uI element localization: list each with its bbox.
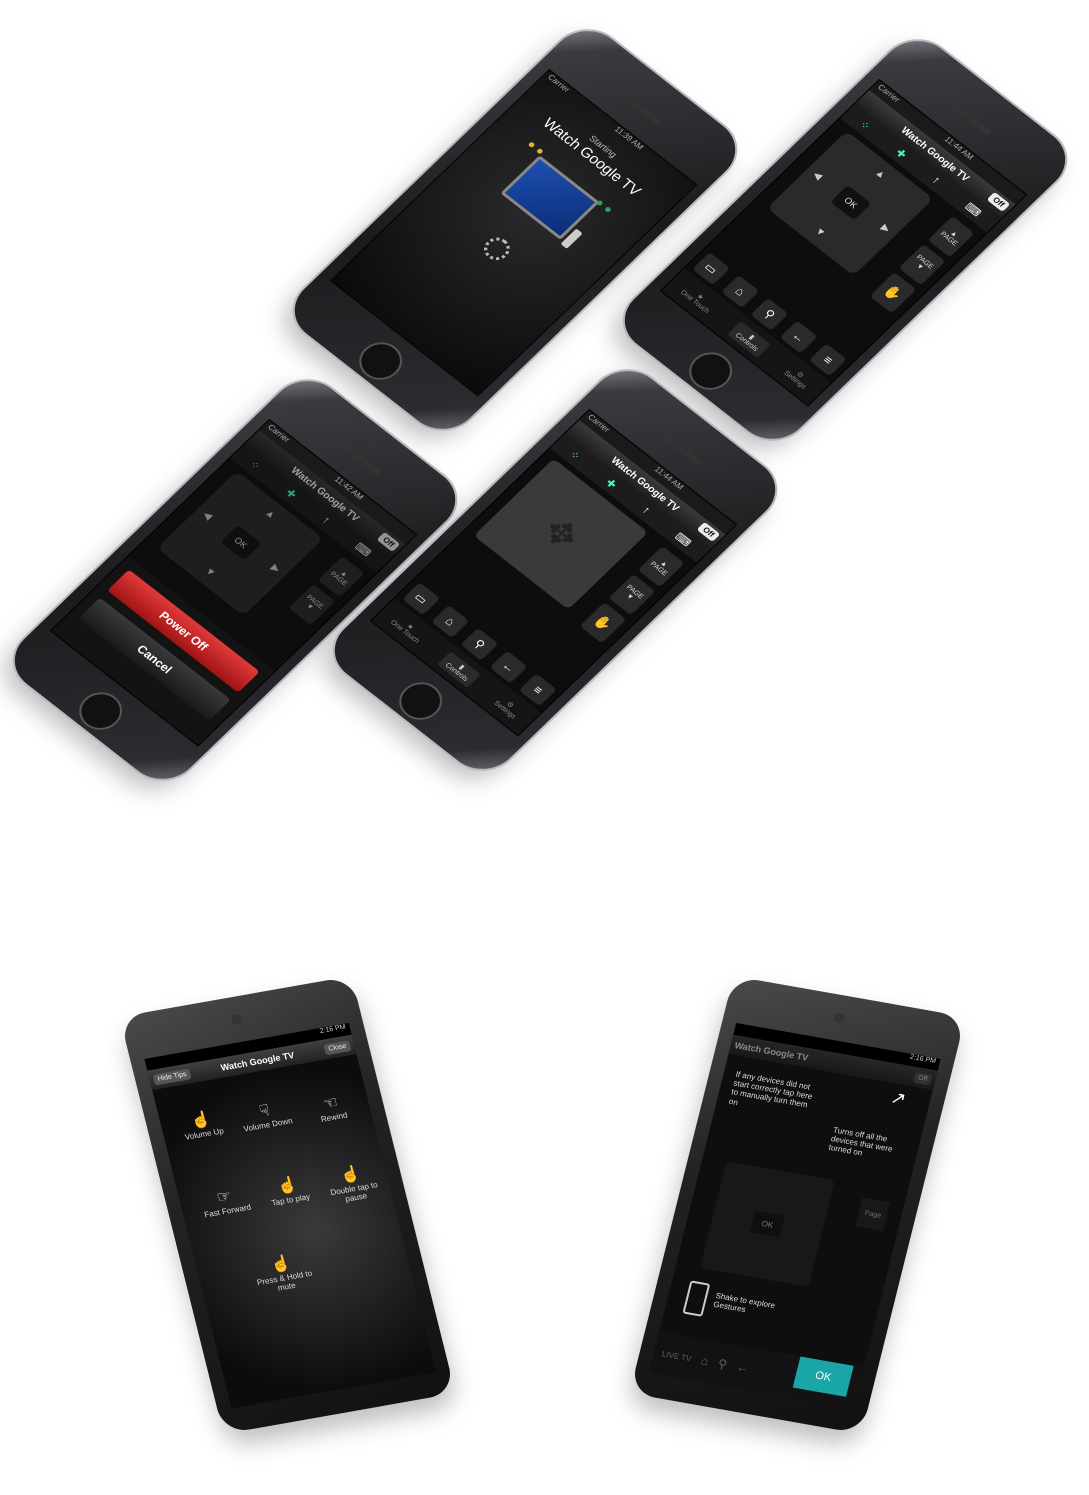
hide-tips-button[interactable]: Hide Tips	[152, 1067, 192, 1086]
up-arrow-icon[interactable]: ▲	[872, 167, 888, 181]
phone-shake-icon	[682, 1280, 711, 1317]
gesture-hand-icon[interactable]: ✋	[869, 272, 917, 314]
android-tips-overlay: 2:16 PM Watch Google TV Off If any devic…	[629, 975, 966, 1435]
apps-icon: ⁘	[246, 458, 263, 473]
close-button[interactable]: Close	[323, 1039, 352, 1055]
tip-manual-power: If any devices did not start correctly t…	[728, 1069, 814, 1110]
page-up-button[interactable]: ▲ PAGE	[637, 546, 685, 588]
screen: 2:16 PM Watch Google TV Off If any devic…	[649, 1023, 941, 1409]
left-arrow-icon: ◀	[200, 509, 215, 523]
gesture-rewind: ☜ Rewind	[299, 1088, 365, 1127]
tv-illustration-icon: ● ● ● ●	[500, 137, 616, 249]
tab-settings[interactable]: ⚙ Settings	[492, 694, 523, 720]
off-button[interactable]: Off	[912, 1071, 933, 1086]
home-icon[interactable]: ⌂	[700, 1353, 711, 1368]
tab-one-touch[interactable]: ★ One Touch	[389, 613, 426, 645]
page-down-button: PAGE ▼	[288, 584, 336, 626]
apps-icon[interactable]: ⁘	[567, 448, 584, 462]
gesture-tap-to-play: ☝ Tap to play	[255, 1171, 321, 1210]
dpad-mode-icon[interactable]: ✚	[603, 476, 620, 491]
dpad-mode-icon[interactable]: ✚	[893, 146, 910, 161]
iphone-controls: Carrier 11:44 AM Watch Google TV Off ⁘ ✚…	[609, 28, 1081, 452]
iphone-starting: Carrier 11:39 AM Starting Watch Google T…	[279, 18, 751, 442]
dpad: OK	[699, 1161, 836, 1287]
left-arrow-icon[interactable]: ◀	[810, 170, 824, 182]
gesture-volume-up: ☝ Volume Up	[169, 1105, 235, 1144]
page-controls: ▲ PAGE PAGE ▼	[287, 555, 366, 627]
down-arrow-icon: ▼	[202, 565, 218, 580]
tab-settings[interactable]: ⚙ Settings	[782, 364, 813, 390]
gesture-volume-down: ☟ Volume Down	[232, 1096, 298, 1135]
tab-one-touch[interactable]: ★ One Touch	[679, 283, 716, 315]
page-down-button[interactable]: PAGE ▼	[608, 574, 656, 616]
pointer-icon[interactable]: ↑	[639, 504, 652, 516]
page-button: Page	[855, 1197, 891, 1232]
right-arrow-icon: ▶	[268, 562, 283, 576]
dpad-mode-icon: ✚	[283, 486, 300, 501]
pointer-icon: ↑	[319, 514, 333, 527]
arrow-up-icon: ↗	[888, 1087, 909, 1110]
ok-button: OK	[220, 525, 262, 561]
ok-button: OK	[750, 1210, 785, 1238]
live-tv-button[interactable]: LIVE TV	[661, 1349, 692, 1363]
tip-turn-off: Turns off all the devices that were turn…	[827, 1125, 894, 1158]
page-up-button: ▲ PAGE	[317, 556, 365, 598]
android-gesture-tips: 2:16 PM Hide Tips Watch Google TV Close …	[119, 975, 456, 1435]
gesture-press-hold: ☝ Press & Hold to mute	[242, 1248, 324, 1298]
gesture-double-tap: ☝ Double tap to pause	[318, 1160, 386, 1207]
apps-icon[interactable]: ⁘	[857, 118, 874, 132]
screen: 2:16 PM Hide Tips Watch Google TV Close …	[144, 1023, 436, 1409]
page-down-button[interactable]: PAGE ▼	[898, 244, 946, 286]
gesture-fast-forward: ☞ Fast Forward	[192, 1182, 258, 1221]
up-arrow-icon: ▲	[262, 507, 279, 522]
search-icon[interactable]: ⚲	[717, 1356, 729, 1371]
touch-gesture-icon: ✥	[534, 509, 589, 558]
loading-spinner-icon	[478, 233, 516, 265]
gesture-hand-icon[interactable]: ✋	[579, 602, 627, 644]
keyboard-icon: ⌨	[352, 540, 374, 559]
ok-button[interactable]: OK	[830, 185, 872, 221]
back-icon[interactable]: ←	[735, 1360, 750, 1376]
page-up-button[interactable]: ▲ PAGE	[927, 216, 975, 258]
tip-shake: Shake to explore Gestures	[712, 1291, 777, 1315]
right-arrow-icon[interactable]: ▶	[878, 223, 892, 235]
down-arrow-icon[interactable]: ▼	[812, 226, 828, 240]
pointer-icon[interactable]: ↑	[929, 174, 942, 186]
